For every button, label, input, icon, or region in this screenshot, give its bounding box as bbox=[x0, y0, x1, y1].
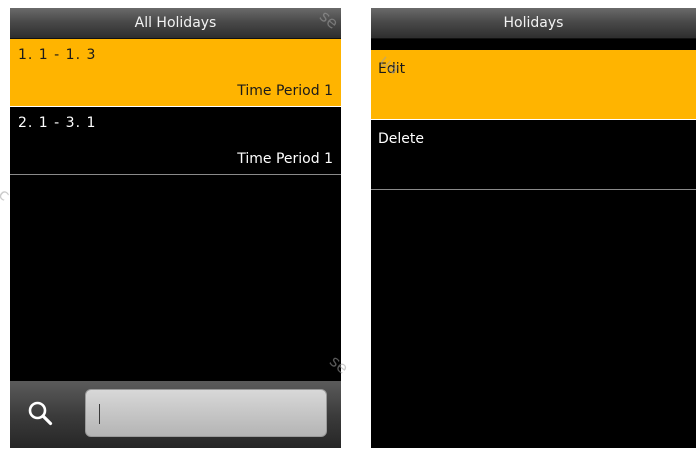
holiday-date-range: 2. 1 - 3. 1 bbox=[18, 115, 97, 131]
search-icon[interactable] bbox=[27, 400, 53, 426]
holiday-date-range: 1. 1 - 1. 3 bbox=[18, 47, 97, 63]
menu-item-delete[interactable]: Delete bbox=[371, 120, 696, 190]
holidays-menu-screen: Holidays Edit Delete bbox=[371, 8, 696, 448]
search-bar bbox=[10, 381, 341, 448]
page-title: Holidays bbox=[371, 8, 696, 39]
menu-item-label: Delete bbox=[378, 131, 424, 147]
search-input[interactable] bbox=[85, 389, 327, 437]
holiday-time-period: Time Period 1 bbox=[237, 83, 333, 99]
holiday-list-item[interactable]: 2. 1 - 3. 1 Time Period 1 bbox=[10, 107, 341, 175]
page-title: All Holidays bbox=[10, 8, 341, 39]
menu-item-label: Edit bbox=[378, 61, 406, 77]
menu-item-edit[interactable]: Edit bbox=[371, 50, 696, 120]
holiday-list-item[interactable]: 1. 1 - 1. 3 Time Period 1 bbox=[10, 39, 341, 107]
text-cursor bbox=[99, 404, 100, 424]
holiday-time-period: Time Period 1 bbox=[237, 151, 333, 167]
all-holidays-screen: All Holidays 1. 1 - 1. 3 Time Period 1 2… bbox=[10, 8, 341, 448]
